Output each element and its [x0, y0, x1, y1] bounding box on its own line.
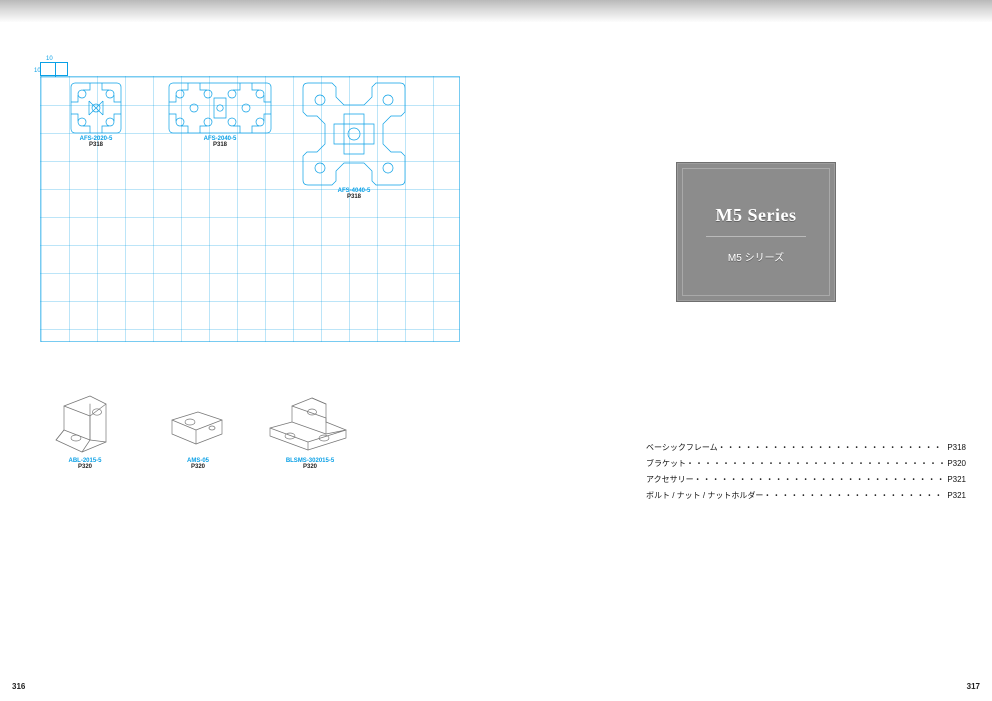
toc-dots — [718, 442, 944, 453]
series-title-jp: M5 シリーズ — [677, 249, 835, 264]
toc-dots — [686, 458, 943, 469]
bracket-abl: ABL-2015-5 P320 — [40, 382, 130, 470]
bracket-blsms: BLSMS-302015-5 P320 — [260, 392, 360, 470]
header-bar — [0, 0, 992, 22]
profile-2020: AFS-2020-5 P318 — [70, 82, 122, 148]
profile-page: P318 — [168, 142, 272, 148]
bracket-abl-icon — [50, 382, 120, 454]
series-title-box: M5 Series M5 シリーズ — [676, 162, 836, 302]
profile-2020-icon — [70, 82, 122, 134]
profile-page: P318 — [302, 194, 406, 200]
toc-dots — [694, 474, 944, 485]
toc-row: ボルト / ナット / ナットホルダー P321 — [646, 490, 966, 501]
profile-page: P318 — [70, 142, 122, 148]
toc-dots — [763, 490, 943, 501]
page-number-left: 316 — [12, 682, 25, 691]
bracket-blsms-icon — [268, 392, 352, 454]
bracket-row: ABL-2015-5 P320 AMS-05 P320 — [40, 382, 460, 522]
page-number-right: 317 — [967, 682, 980, 691]
toc-page: P321 — [943, 475, 966, 484]
toc-label: アクセサリー — [646, 474, 694, 485]
title-divider — [706, 236, 806, 237]
toc-label: ボルト / ナット / ナットホルダー — [646, 490, 763, 501]
page-right: M5 Series M5 シリーズ ベーシックフレーム P318 ブラケット P… — [496, 22, 992, 701]
bracket-ams: AMS-05 P320 — [158, 408, 238, 470]
profile-grid: 10 10 AFS-2020- — [40, 62, 460, 342]
toc-page: P321 — [943, 491, 966, 500]
bracket-ams-icon — [168, 408, 228, 454]
page-left: 10 10 AFS-2020- — [0, 22, 496, 701]
toc-row: ベーシックフレーム P318 — [646, 442, 966, 453]
toc-row: アクセサリー P321 — [646, 474, 966, 485]
bracket-page: P320 — [158, 464, 238, 470]
toc-label: ブラケット — [646, 458, 686, 469]
bracket-page: P320 — [40, 464, 130, 470]
series-title-en: M5 Series — [677, 205, 835, 226]
grid-corner — [40, 62, 68, 76]
toc-row: ブラケット P320 — [646, 458, 966, 469]
toc-page: P320 — [943, 459, 966, 468]
profile-4040-icon — [302, 82, 406, 186]
profile-2040-icon — [168, 82, 272, 134]
toc-label: ベーシックフレーム — [646, 442, 718, 453]
table-of-contents: ベーシックフレーム P318 ブラケット P320 アクセサリー P321 ボル… — [646, 442, 966, 506]
profile-2040: AFS-2040-5 P318 — [168, 82, 272, 148]
profile-4040: AFS-4040-5 P318 — [302, 82, 406, 200]
toc-page: P318 — [943, 443, 966, 452]
bracket-page: P320 — [260, 464, 360, 470]
